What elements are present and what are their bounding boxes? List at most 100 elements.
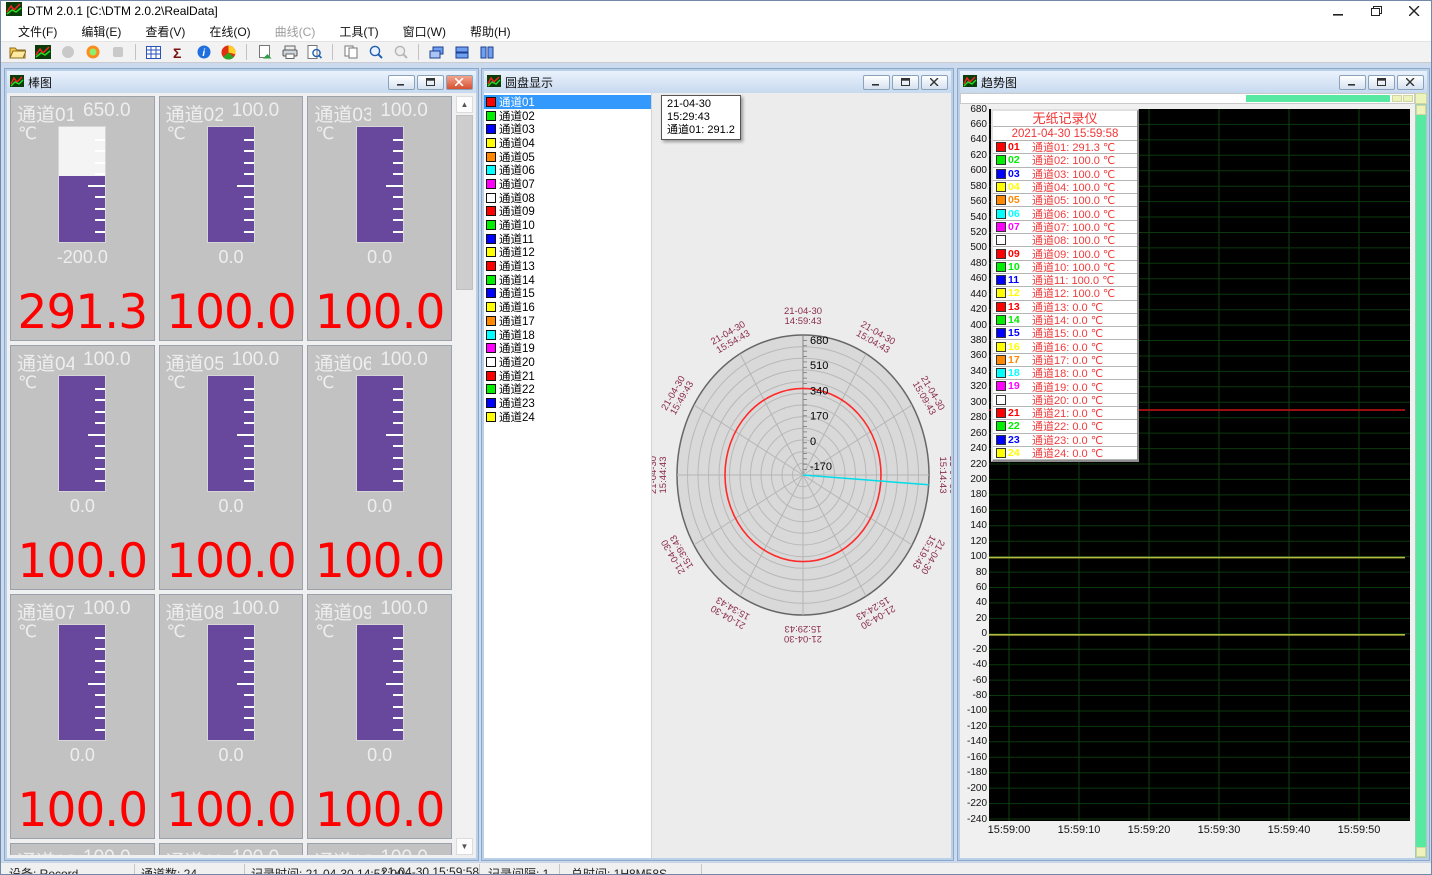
vertical-scrollbar[interactable]: ▲ ▼ bbox=[456, 96, 473, 855]
gauge-unit: ℃ bbox=[167, 373, 186, 393]
toolbar-pie-chart-icon[interactable] bbox=[217, 42, 240, 62]
legend-channel-number: 04 bbox=[1008, 181, 1027, 193]
gauge-header: 通道06100.0 bbox=[314, 349, 448, 376]
channel-color-swatch bbox=[486, 152, 496, 162]
restore-icon[interactable] bbox=[1368, 75, 1395, 90]
menu-item-tools[interactable]: 工具(T) bbox=[330, 21, 387, 42]
gauge-tick bbox=[244, 671, 254, 673]
restore-icon[interactable] bbox=[417, 75, 444, 90]
minimize-icon[interactable] bbox=[863, 75, 890, 90]
toolbar-cascade-windows-icon[interactable] bbox=[425, 42, 448, 62]
menu-item-file[interactable]: 文件(F) bbox=[9, 21, 66, 42]
channel-list-item[interactable]: 通道24 bbox=[484, 410, 651, 424]
maximize-icon[interactable] bbox=[1369, 5, 1383, 17]
toolbar-tile-horizontal-icon[interactable] bbox=[450, 42, 473, 62]
gauge-tick bbox=[393, 173, 403, 175]
toolbar-export-icon[interactable] bbox=[253, 42, 276, 62]
toolbar-zoom-in-icon[interactable] bbox=[364, 42, 387, 62]
channel-color-swatch bbox=[486, 275, 496, 285]
channel-color-swatch bbox=[486, 343, 496, 353]
menu-item-window[interactable]: 窗口(W) bbox=[394, 21, 455, 42]
channel-color-swatch bbox=[486, 398, 496, 408]
menu-item-edit[interactable]: 编辑(E) bbox=[72, 21, 130, 42]
toolbar-copy-icon[interactable] bbox=[339, 42, 362, 62]
status-item: 总时间: 1H8M58S bbox=[571, 865, 667, 874]
channel-color-swatch bbox=[486, 261, 496, 271]
scroll-up-icon[interactable]: ▲ bbox=[456, 96, 473, 113]
window-title: 棒图 bbox=[28, 74, 52, 91]
scroll-down-icon[interactable] bbox=[1416, 847, 1426, 857]
gauge-tick bbox=[386, 683, 403, 685]
toolbar-info-icon[interactable]: i bbox=[192, 42, 215, 62]
svg-text:0: 0 bbox=[810, 436, 816, 448]
toolbar-print-icon[interactable] bbox=[278, 42, 301, 62]
channel-color-swatch bbox=[486, 206, 496, 216]
scroll-left-icon[interactable] bbox=[1392, 95, 1402, 102]
gauge-tick bbox=[393, 422, 403, 424]
x-tick-label: 15:59:50 bbox=[1327, 824, 1391, 836]
gauge-cell-通道07: 通道07100.0℃0.0100.0 bbox=[10, 594, 155, 839]
menu-item-view[interactable]: 查看(V) bbox=[136, 21, 194, 42]
trend-window-titlebar[interactable]: 趋势图 bbox=[960, 71, 1427, 93]
legend-channel-number: 10 bbox=[1008, 261, 1027, 273]
channel-color-swatch bbox=[486, 111, 496, 121]
x-tick-label: 15:59:40 bbox=[1257, 824, 1321, 836]
toolbar-realtime-data-icon[interactable] bbox=[31, 42, 54, 62]
close-icon[interactable] bbox=[1407, 5, 1421, 17]
toolbar-open-file-icon[interactable] bbox=[6, 42, 29, 62]
scroll-up-icon[interactable] bbox=[1416, 105, 1426, 115]
scroll-down-icon[interactable]: ▼ bbox=[456, 838, 473, 855]
gauge-max-value: 100.0 bbox=[232, 100, 280, 127]
y-tick-label: 60 bbox=[960, 582, 987, 593]
legend-channel-number: 18 bbox=[1008, 367, 1027, 379]
gauge-tick bbox=[244, 422, 254, 424]
toolbar-data-table-icon[interactable] bbox=[142, 42, 165, 62]
gauge-tick bbox=[244, 173, 254, 175]
channel-color-swatch bbox=[486, 234, 496, 244]
y-tick-label: -80 bbox=[960, 690, 987, 701]
channel-color-swatch bbox=[486, 220, 496, 230]
horizontal-scrollbar[interactable] bbox=[960, 93, 1415, 104]
legend-color-swatch bbox=[996, 395, 1006, 405]
status-item: 设备: Record bbox=[9, 865, 78, 874]
toolbar-record-icon[interactable] bbox=[81, 42, 104, 62]
legend-color-swatch bbox=[996, 142, 1006, 152]
close-icon[interactable] bbox=[446, 75, 473, 90]
toolbar-print-preview-icon[interactable] bbox=[303, 42, 326, 62]
toolbar-statistics-icon[interactable]: Σ bbox=[167, 42, 190, 62]
y-tick-label: -120 bbox=[960, 721, 987, 732]
minimize-icon[interactable] bbox=[388, 75, 415, 90]
close-icon[interactable] bbox=[1397, 75, 1424, 90]
y-tick-label: 100 bbox=[960, 551, 987, 562]
vertical-scrollbar[interactable] bbox=[1415, 104, 1427, 858]
scrollbar-thumb[interactable] bbox=[456, 115, 473, 290]
restore-icon[interactable] bbox=[892, 75, 919, 90]
close-icon[interactable] bbox=[921, 75, 948, 90]
y-tick-label: -160 bbox=[960, 752, 987, 763]
legend-title: 无纸记录仪 bbox=[993, 111, 1137, 127]
menu-item-help[interactable]: 帮助(H) bbox=[461, 21, 520, 42]
gauge-cell-通道12: 通道12100.0℃0.0100.0 bbox=[307, 843, 452, 855]
svg-text:340: 340 bbox=[810, 385, 828, 397]
scrollbar-thumb[interactable] bbox=[1246, 95, 1390, 102]
gauge-tick bbox=[95, 480, 105, 482]
bar-window-titlebar[interactable]: 棒图 bbox=[7, 71, 476, 93]
minimize-icon[interactable] bbox=[1331, 5, 1345, 17]
gauge-tick bbox=[95, 457, 105, 459]
gauge-cell-通道04: 通道04100.0℃0.0100.0 bbox=[10, 345, 155, 590]
gauge-tick bbox=[237, 683, 254, 685]
gauge-current-value: 100.0 bbox=[308, 538, 451, 585]
channel-color-swatch bbox=[486, 138, 496, 148]
gauge-unit: ℃ bbox=[18, 124, 37, 144]
disc-window-titlebar[interactable]: 圆盘显示 bbox=[484, 71, 951, 93]
minimize-icon[interactable] bbox=[1339, 75, 1366, 90]
legend-channel-number: 15 bbox=[1008, 327, 1027, 339]
title-bar: DTM 2.0.1 [C:\DTM 2.0.2\RealData] bbox=[1, 1, 1431, 21]
window-icon bbox=[10, 75, 24, 90]
gauge-tick bbox=[244, 411, 254, 413]
menu-item-online[interactable]: 在线(O) bbox=[200, 21, 259, 42]
gauge-tick bbox=[95, 729, 105, 731]
toolbar-tile-vertical-icon[interactable] bbox=[475, 42, 498, 62]
scroll-right-icon[interactable] bbox=[1403, 95, 1413, 102]
menu-item-curve[interactable]: 曲线(C) bbox=[266, 21, 325, 42]
